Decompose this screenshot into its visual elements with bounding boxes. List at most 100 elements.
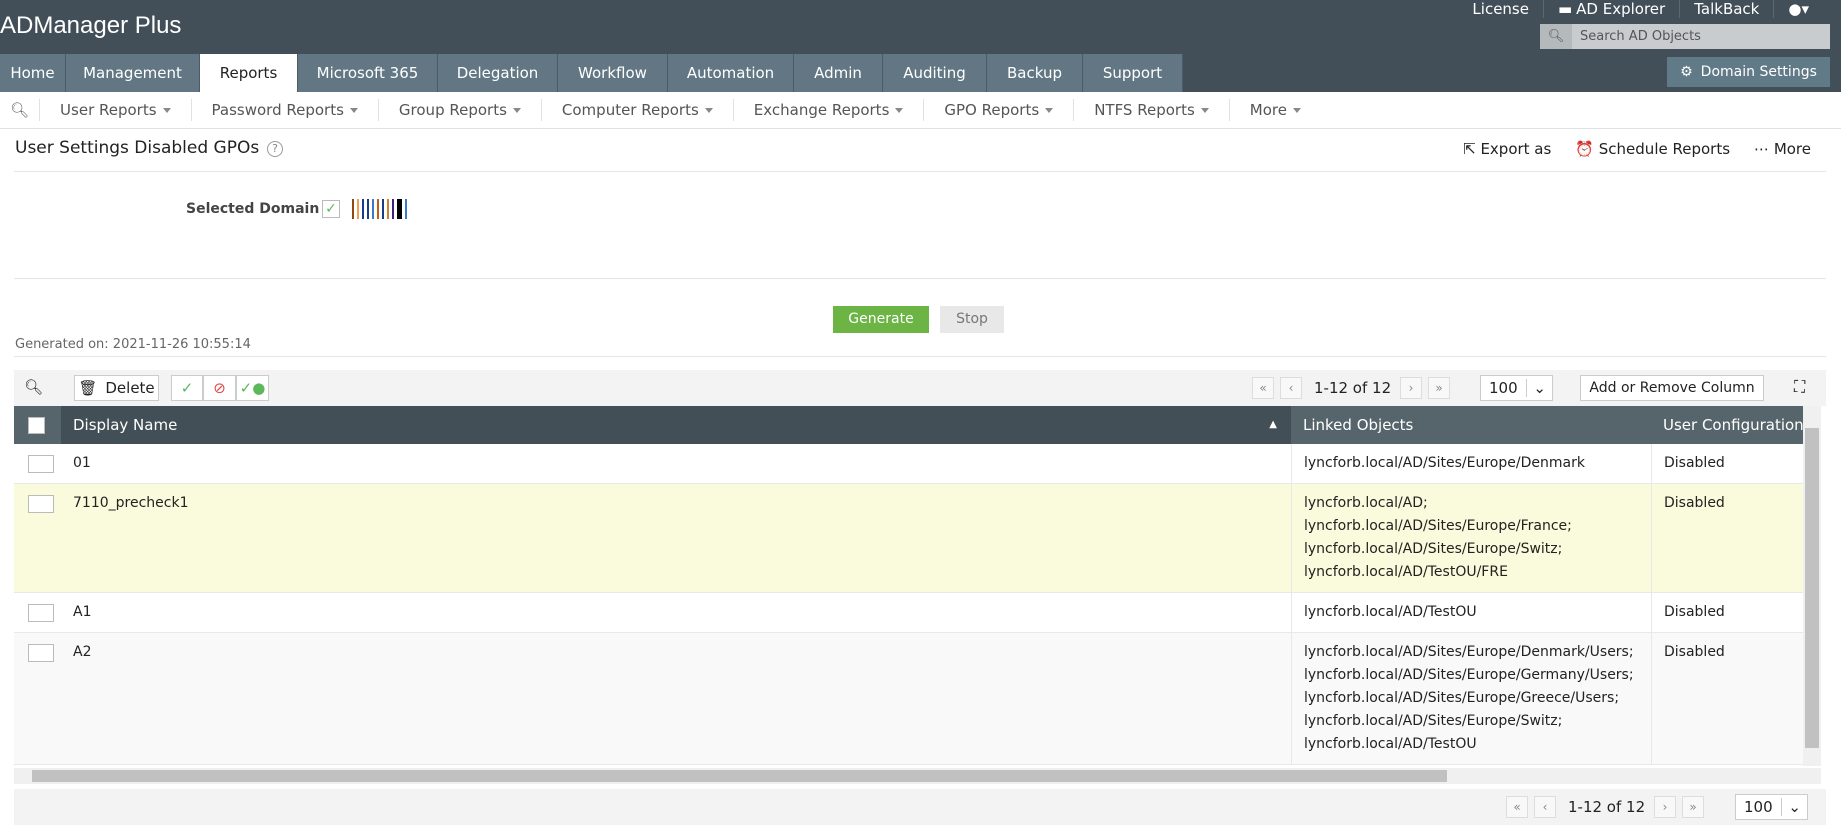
- selected-domain-label: Selected Domain: [186, 201, 320, 217]
- chevron-down-icon: ⌄: [1781, 798, 1807, 816]
- row-checkbox[interactable]: [14, 593, 61, 632]
- alarm-clock-icon: ⏰: [1575, 140, 1599, 158]
- help-icon[interactable]: ?: [267, 141, 283, 157]
- tab-workflow[interactable]: Workflow: [558, 54, 668, 92]
- delete-button[interactable]: 🗑︎ Delete: [74, 375, 159, 401]
- search-icon[interactable]: 🔍︎: [1540, 24, 1572, 49]
- first-page-button[interactable]: «: [1252, 377, 1274, 399]
- tab-admin[interactable]: Admin: [794, 54, 883, 92]
- page-info: 1-12 of 12: [1568, 798, 1646, 816]
- subnav-password-reports[interactable]: Password Reports: [190, 99, 378, 121]
- more-icon: ⋯: [1754, 140, 1774, 158]
- select-all-checkbox[interactable]: [14, 406, 61, 444]
- linked-objects-cell: lyncforb.local/AD/Sites/Europe/Denmark: [1291, 444, 1651, 483]
- report-search-icon[interactable]: 🔍︎: [0, 101, 39, 119]
- tab-home[interactable]: Home: [0, 54, 66, 92]
- disable-icon[interactable]: ⊘: [203, 375, 236, 401]
- display-name-cell: A2: [73, 644, 92, 660]
- subnav-gpo-reports[interactable]: GPO Reports: [923, 99, 1073, 121]
- gpo-table: Display Name ▲ Linked Objects User Config…: [14, 406, 1803, 766]
- search-ad-objects[interactable]: 🔍︎ Search AD Objects: [1540, 24, 1830, 49]
- vertical-scrollbar[interactable]: [1803, 406, 1821, 766]
- add-remove-column-button[interactable]: Add or Remove Column: [1580, 375, 1764, 401]
- tab-automation[interactable]: Automation: [668, 54, 794, 92]
- schedule-reports-button[interactable]: ⏰ Schedule Reports: [1575, 140, 1730, 158]
- tab-reports[interactable]: Reports: [200, 54, 298, 92]
- app-logo: ADManager Plus: [0, 12, 182, 39]
- search-input[interactable]: Search AD Objects: [1572, 29, 1701, 44]
- row-checkbox[interactable]: [14, 765, 61, 766]
- column-user-configuration[interactable]: User Configuration S: [1651, 406, 1803, 444]
- divider: [14, 171, 1826, 172]
- tab-delegation[interactable]: Delegation: [438, 54, 558, 92]
- divider: [14, 278, 1826, 279]
- domain-name-redacted: [352, 199, 407, 219]
- page-size-select[interactable]: 100 ⌄: [1480, 375, 1553, 401]
- user-menu-icon[interactable]: ●▾: [1773, 0, 1823, 18]
- subnav-ntfs-reports[interactable]: NTFS Reports: [1073, 99, 1229, 121]
- sort-asc-icon: ▲: [1269, 419, 1277, 430]
- main-nav: Home Management Reports Microsoft 365 De…: [0, 54, 1183, 92]
- generated-on: Generated on: 2021-11-26 10:55:14: [15, 337, 251, 352]
- display-name-cell: 01: [73, 455, 91, 471]
- chevron-down-icon: ⌄: [1526, 379, 1552, 397]
- row-checkbox[interactable]: [14, 633, 61, 764]
- next-page-button[interactable]: ›: [1400, 377, 1422, 399]
- column-linked-objects[interactable]: Linked Objects: [1291, 406, 1651, 444]
- tab-backup[interactable]: Backup: [987, 54, 1083, 92]
- export-as-button[interactable]: ⇱ Export as: [1463, 140, 1551, 158]
- row-checkbox[interactable]: [14, 444, 61, 483]
- subnav-computer-reports[interactable]: Computer Reports: [540, 99, 733, 121]
- last-page-button[interactable]: »: [1428, 377, 1450, 399]
- generate-button[interactable]: Generate: [833, 306, 929, 333]
- enable-user-icon[interactable]: ✓●: [236, 375, 269, 401]
- user-config-status-cell: Disabled: [1651, 593, 1803, 632]
- subnav-more[interactable]: More: [1228, 99, 1321, 121]
- divider: [14, 356, 1826, 357]
- subnav-exchange-reports[interactable]: Exchange Reports: [732, 99, 924, 121]
- stop-button[interactable]: Stop: [940, 306, 1004, 333]
- ad-explorer-link[interactable]: ▬ AD Explorer: [1542, 0, 1679, 18]
- display-name-cell: A1: [73, 604, 92, 620]
- domain-checkbox[interactable]: ✓: [322, 200, 340, 218]
- table-row[interactable]: 7110_precheck1 lyncforb.local/AD; lyncfo…: [14, 484, 1803, 593]
- prev-page-button[interactable]: ‹: [1280, 377, 1302, 399]
- gear-icon: ⚙: [1680, 64, 1693, 80]
- top-links: License ▬ AD Explorer TalkBack ●▾: [1458, 0, 1823, 18]
- first-page-button[interactable]: «: [1506, 796, 1528, 818]
- column-display-name[interactable]: Display Name ▲: [61, 406, 1291, 444]
- table-row[interactable]: A1 lyncforb.local/AD/TestOU Disabled: [14, 593, 1803, 633]
- linked-objects-cell: lyncforb.local/AD/Sites/Europe/Denmark/U…: [1291, 633, 1651, 764]
- page-title: User Settings Disabled GPOs: [15, 138, 260, 158]
- page-info: 1-12 of 12: [1314, 379, 1392, 397]
- table-row[interactable]: 01 lyncforb.local/AD/Sites/Europe/Denmar…: [14, 444, 1803, 484]
- license-link[interactable]: License: [1458, 0, 1543, 18]
- subnav-user-reports[interactable]: User Reports: [39, 99, 191, 121]
- user-config-status-cell: Disabled: [1651, 484, 1803, 592]
- folder-icon: ▬: [1557, 0, 1573, 18]
- table-toolbar: 🔍︎ 🗑︎ Delete ✓ ⊘ ✓● « ‹ 1-12 of 12 › » 10…: [14, 370, 1826, 406]
- next-page-button[interactable]: ›: [1654, 796, 1676, 818]
- last-page-button[interactable]: »: [1682, 796, 1704, 818]
- table-header: Display Name ▲ Linked Objects User Config…: [14, 406, 1803, 444]
- fullscreen-icon[interactable]: ⛶: [1794, 377, 1805, 397]
- linked-objects-cell: lyncforb.local/AD/TestOU: [1291, 593, 1651, 632]
- filter-search-icon[interactable]: 🔍︎: [24, 378, 43, 396]
- row-checkbox[interactable]: [14, 484, 61, 592]
- page-size-select[interactable]: 100 ⌄: [1735, 794, 1808, 820]
- enable-icon[interactable]: ✓: [171, 375, 203, 401]
- linked-objects-cell: lyncforb.local/AD; lyncforb.local/AD/Sit…: [1291, 484, 1651, 592]
- tab-auditing[interactable]: Auditing: [883, 54, 987, 92]
- prev-page-button[interactable]: ‹: [1534, 796, 1556, 818]
- tab-management[interactable]: Management: [66, 54, 200, 92]
- tab-support[interactable]: Support: [1083, 54, 1183, 92]
- table-row[interactable]: A2 lyncforb.local/AD/Sites/Europe/Denmar…: [14, 633, 1803, 765]
- display-name-cell: 7110_precheck1: [73, 495, 189, 511]
- table-row[interactable]: [14, 765, 1803, 766]
- tab-microsoft-365[interactable]: Microsoft 365: [298, 54, 438, 92]
- talkback-link[interactable]: TalkBack: [1679, 0, 1773, 18]
- domain-settings-button[interactable]: ⚙ Domain Settings: [1667, 57, 1830, 87]
- subnav-group-reports[interactable]: Group Reports: [377, 99, 541, 121]
- horizontal-scrollbar[interactable]: [14, 768, 1821, 784]
- more-button[interactable]: ⋯ More: [1754, 140, 1811, 158]
